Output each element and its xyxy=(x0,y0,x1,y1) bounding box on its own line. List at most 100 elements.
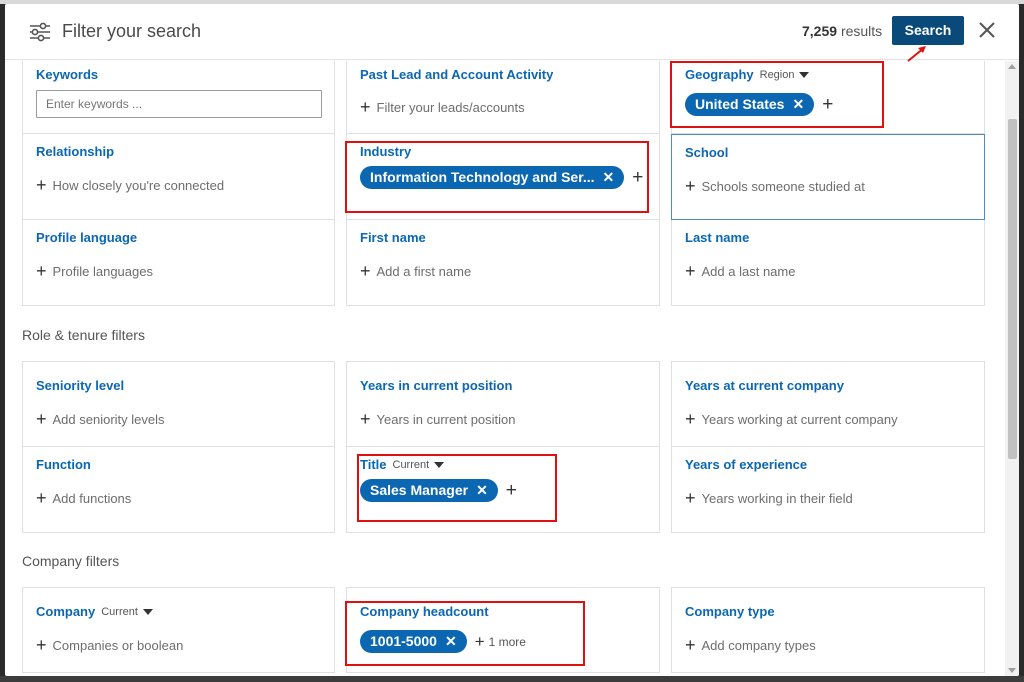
filter-label-years-company: Years at current company xyxy=(685,378,844,393)
title-scope-dropdown[interactable]: Current xyxy=(393,459,445,471)
add-school[interactable]: + Schools someone studied at xyxy=(685,176,865,196)
add-years-position[interactable]: + Years in current position xyxy=(360,410,516,428)
plus-icon: + xyxy=(685,488,696,508)
title-header: Title Current xyxy=(360,457,445,472)
add-school-text: Schools someone studied at xyxy=(701,179,865,194)
close-icon[interactable] xyxy=(975,18,999,42)
caret-down-icon xyxy=(434,461,445,468)
filter-card-headcount[interactable]: Company headcount 1001-5000 ✕ + 1 more xyxy=(346,587,660,673)
pill-title-text: Sales Manager xyxy=(370,482,469,498)
add-function[interactable]: + Add functions xyxy=(36,488,131,508)
add-company-text: Companies or boolean xyxy=(52,638,184,653)
pill-headcount: 1001-5000 ✕ xyxy=(360,630,467,653)
background-strip-bottom xyxy=(0,676,1024,682)
add-company-type[interactable]: + Add company types xyxy=(685,636,816,654)
add-years-experience[interactable]: + Years working in their field xyxy=(685,488,853,508)
remove-icon[interactable]: ✕ xyxy=(445,630,457,653)
filter-label-years-position: Years in current position xyxy=(360,378,513,393)
industry-pills: Information Technology and Ser... ✕ + xyxy=(360,166,643,189)
filter-card-function[interactable]: Function + Add functions xyxy=(22,447,335,533)
filter-card-school[interactable]: School + Schools someone studied at xyxy=(671,134,985,220)
scrollbar-thumb[interactable] xyxy=(1008,119,1017,459)
add-past-lead-text: Filter your leads/accounts xyxy=(376,100,525,115)
scrollbar[interactable] xyxy=(1005,61,1019,676)
add-title-icon[interactable]: + xyxy=(506,480,517,502)
add-first-name-text: Add a first name xyxy=(376,264,472,279)
modal-header: Filter your search 7,259 results Search xyxy=(5,4,1019,60)
geography-scope-value: Region xyxy=(759,68,795,81)
filter-card-company[interactable]: Company Current + Companies or boolean xyxy=(22,587,335,673)
add-relationship[interactable]: + How closely you're connected xyxy=(36,175,225,195)
company-scope-value: Current xyxy=(101,605,138,618)
add-geography-icon[interactable]: + xyxy=(822,94,833,116)
plus-icon: + xyxy=(360,97,371,117)
plus-icon: + xyxy=(36,635,47,655)
company-filters-grid: Company Current + Companies or boolean C… xyxy=(22,587,985,673)
filter-label-headcount: Company headcount xyxy=(360,604,489,619)
add-profile-language-text: Profile languages xyxy=(52,264,153,279)
filter-card-industry[interactable]: Industry Information Technology and Ser.… xyxy=(346,134,660,220)
remove-icon[interactable]: ✕ xyxy=(792,93,804,116)
add-last-name[interactable]: + Add a last name xyxy=(685,262,796,280)
search-button[interactable]: Search xyxy=(892,16,964,45)
add-first-name[interactable]: + Add a first name xyxy=(360,261,472,281)
filter-card-geography[interactable]: Geography Region United States ✕ + xyxy=(671,61,985,134)
filter-modal: Filter your search 7,259 results Search … xyxy=(5,4,1019,676)
filter-card-title[interactable]: Title Current Sales Manager ✕ + xyxy=(346,447,660,533)
results-label: results xyxy=(840,23,883,39)
section-title-company: Company filters xyxy=(22,553,120,569)
plus-icon: + xyxy=(360,261,371,281)
pill-geography: United States ✕ xyxy=(685,93,815,116)
pill-industry: Information Technology and Ser... ✕ xyxy=(360,166,625,189)
filter-card-relationship[interactable]: Relationship + How closely you're connec… xyxy=(22,134,335,220)
role-filters-grid: Seniority level + Add seniority levels Y… xyxy=(22,361,985,533)
add-profile-language[interactable]: + Profile languages xyxy=(36,261,153,281)
add-relationship-text: How closely you're connected xyxy=(52,178,225,193)
caret-down-icon xyxy=(799,71,810,78)
add-years-company[interactable]: + Years working at current company xyxy=(685,410,898,428)
add-seniority-text: Add seniority levels xyxy=(52,412,165,427)
filter-card-first-name[interactable]: First name + Add a first name xyxy=(346,220,660,306)
plus-icon: + xyxy=(685,176,696,196)
pill-geography-text: United States xyxy=(695,96,785,112)
add-years-position-text: Years in current position xyxy=(376,412,516,427)
filter-card-profile-language[interactable]: Profile language + Profile languages xyxy=(22,220,335,306)
show-more-headcount[interactable]: + 1 more xyxy=(474,632,526,651)
caret-down-icon xyxy=(142,608,153,615)
filter-label-years-experience: Years of experience xyxy=(685,457,808,472)
results-number: 7,259 xyxy=(802,23,838,39)
scroll-up-icon[interactable] xyxy=(1008,64,1016,69)
plus-icon: + xyxy=(474,632,485,651)
add-company[interactable]: + Companies or boolean xyxy=(36,635,184,655)
add-last-name-text: Add a last name xyxy=(701,264,796,279)
filter-card-years-experience[interactable]: Years of experience + Years working in t… xyxy=(671,447,985,533)
filter-card-seniority[interactable]: Seniority level + Add seniority levels xyxy=(22,361,335,447)
keywords-input[interactable] xyxy=(36,90,322,118)
filter-card-last-name[interactable]: Last name + Add a last name xyxy=(671,220,985,306)
plus-icon: + xyxy=(36,488,47,508)
scroll-down-icon[interactable] xyxy=(1008,668,1016,673)
add-years-experience-text: Years working in their field xyxy=(701,491,853,506)
plus-icon: + xyxy=(36,175,47,195)
filter-label-first-name: First name xyxy=(360,230,426,245)
plus-icon: + xyxy=(36,261,47,281)
filter-label-last-name: Last name xyxy=(685,230,750,245)
results-count: 7,259 results xyxy=(802,23,882,39)
remove-icon[interactable]: ✕ xyxy=(476,479,488,502)
remove-icon[interactable]: ✕ xyxy=(603,166,615,189)
add-past-lead[interactable]: + Filter your leads/accounts xyxy=(360,97,525,117)
company-scope-dropdown[interactable]: Current xyxy=(101,606,153,618)
filter-card-company-type[interactable]: Company type + Add company types xyxy=(671,587,985,673)
geography-scope-dropdown[interactable]: Region xyxy=(760,69,810,81)
section-title-role: Role & tenure filters xyxy=(22,327,145,343)
title-pills: Sales Manager ✕ + xyxy=(360,479,517,502)
plus-icon: + xyxy=(36,409,47,429)
filter-card-years-position[interactable]: Years in current position + Years in cur… xyxy=(346,361,660,447)
filter-card-years-company[interactable]: Years at current company + Years working… xyxy=(671,361,985,447)
filter-label-industry: Industry xyxy=(360,144,412,159)
add-industry-icon[interactable]: + xyxy=(632,167,643,189)
filter-card-keywords: Keywords xyxy=(22,61,335,134)
add-seniority[interactable]: + Add seniority levels xyxy=(36,409,165,429)
filter-card-past-lead[interactable]: Past Lead and Account Activity + Filter … xyxy=(346,61,660,134)
filter-label-school: School xyxy=(685,145,729,160)
